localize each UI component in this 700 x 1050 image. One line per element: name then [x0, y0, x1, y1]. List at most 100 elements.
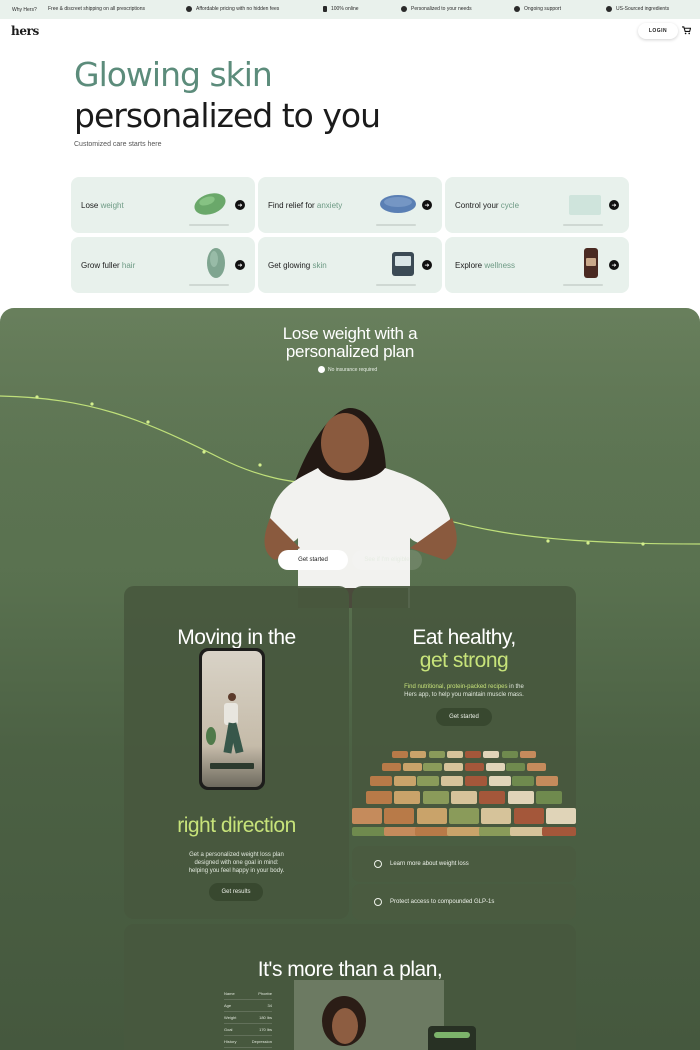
- learn-more-link[interactable]: Learn more about weight loss: [352, 846, 576, 882]
- recipe-tile: [392, 751, 408, 758]
- pack-icon: [569, 195, 601, 215]
- card-shadow: [189, 284, 229, 286]
- jar-icon: [392, 252, 414, 276]
- category-label: Explore wellness: [455, 261, 516, 270]
- plan-title: It's more than a plan,: [257, 958, 443, 981]
- profile-stats: Name Phoebe Age 34 Weight 180 lbs Goal 170 l…: [224, 988, 272, 1048]
- recipe-tile: [428, 751, 445, 758]
- arrow-right-icon[interactable]: ➜: [609, 200, 619, 210]
- weight-title-line2: personalized plan: [285, 342, 415, 361]
- get-results-button[interactable]: Get results: [209, 883, 263, 901]
- recipe-tile: [536, 776, 558, 786]
- recipe-tile: [483, 751, 500, 758]
- strip-item-shipping: Free & discreet shipping on all prescrip…: [48, 6, 145, 12]
- category-card-weight[interactable]: Lose weight ➜: [71, 177, 255, 233]
- recipe-tile: [512, 776, 535, 786]
- arrow-right-icon[interactable]: ➜: [609, 260, 619, 270]
- recipe-tile: [464, 776, 487, 786]
- moving-panel: Moving in the right direction Get a pers…: [124, 586, 349, 919]
- category-card-wellness[interactable]: Explore wellness ➜: [445, 237, 629, 293]
- hero-title-accent: Glowing skin: [74, 55, 273, 94]
- recipe-tile: [447, 827, 481, 836]
- phone-icon: [323, 6, 327, 12]
- recipe-tile: [536, 791, 562, 804]
- plan-panel: It's more than a plan,: [124, 924, 576, 1050]
- recipe-tile: [513, 808, 544, 824]
- category-card-hair[interactable]: Grow fuller hair ➜: [71, 237, 255, 293]
- recipe-tile: [501, 751, 518, 758]
- recipe-tile: [465, 751, 482, 758]
- recipe-tile: [394, 791, 421, 804]
- check-circle-icon: [318, 366, 325, 373]
- arrow-right-icon[interactable]: ➜: [422, 260, 432, 270]
- moving-title: Moving in the: [177, 626, 296, 649]
- eat-get-started-button[interactable]: Get started: [436, 708, 492, 726]
- recipe-tile: [410, 751, 427, 758]
- arrow-right-icon[interactable]: ➜: [235, 200, 245, 210]
- category-label: Lose weight: [81, 201, 124, 210]
- recipe-tile: [370, 776, 392, 786]
- recipe-tile: [416, 808, 447, 824]
- eat-title: Eat healthy,: [412, 626, 516, 649]
- stat-row: Name Phoebe: [224, 988, 272, 1000]
- recipe-tile: [506, 763, 526, 771]
- stat-row: History Depression: [224, 1036, 272, 1048]
- plan-photo: [294, 980, 444, 1050]
- recipe-tile: [417, 776, 440, 786]
- stat-row: Goal 170 lbs: [224, 1024, 272, 1036]
- moving-desc-2: designed with one goal in mind:: [194, 860, 279, 866]
- recipe-tile: [478, 827, 513, 836]
- recipe-tile: [422, 791, 449, 804]
- cart-icon[interactable]: [682, 26, 691, 35]
- weight-title-line1: Lose weight with a: [282, 324, 418, 343]
- arrow-right-icon[interactable]: ➜: [235, 260, 245, 270]
- sparkle-icon: [401, 6, 407, 12]
- recipe-tile: [446, 751, 463, 758]
- info-icon: [374, 860, 382, 868]
- arrow-right-icon[interactable]: ➜: [422, 200, 432, 210]
- recipe-tile: [366, 791, 392, 804]
- recipe-tile: [451, 791, 477, 804]
- stat-row: Age 34: [224, 1000, 272, 1012]
- recipe-tile: [383, 827, 418, 836]
- why-hers-link[interactable]: Why Hers?: [12, 7, 37, 13]
- eat-desc-1: Find nutritional, protein-packed recipes…: [404, 684, 524, 690]
- category-card-cycle[interactable]: Control your cycle ➜: [445, 177, 629, 233]
- recipe-tile: [441, 776, 464, 786]
- recipe-tile: [402, 763, 422, 771]
- recipe-tile: [527, 763, 546, 771]
- recipe-tile: [352, 827, 386, 836]
- phone-mockup: [199, 648, 265, 790]
- tag-icon: [186, 6, 192, 12]
- category-label: Find relief for anxiety: [268, 201, 343, 210]
- hers-logo[interactable]: hers: [11, 24, 39, 38]
- recipe-tile: [507, 791, 534, 804]
- pill-icon: [194, 193, 226, 215]
- card-shadow: [189, 224, 229, 226]
- protect-access-link[interactable]: Protect access to compounded GLP-1s: [352, 884, 576, 920]
- eat-panel: Eat healthy, get strong Find nutritional…: [352, 586, 576, 836]
- recipe-tile: [449, 808, 479, 824]
- bottle-icon: [584, 248, 598, 278]
- card-shadow: [563, 284, 603, 286]
- category-label: Control your cycle: [455, 201, 520, 210]
- category-card-skin[interactable]: Get glowing skin ➜: [258, 237, 442, 293]
- strip-item-personalized: Personalized to your needs: [401, 6, 472, 12]
- tablet-icon: [380, 195, 416, 213]
- hero-subtitle: Customized care starts here: [74, 141, 162, 148]
- recipe-tile: [393, 776, 416, 786]
- recipe-tile: [384, 808, 415, 824]
- weight-loss-section: Lose weight with a personalized plan Mov…: [0, 308, 700, 1050]
- leaf-pill-icon: [207, 248, 225, 278]
- get-started-button[interactable]: Get started: [278, 550, 348, 570]
- eat-desc-2: Hers app, to help you maintain muscle ma…: [404, 692, 524, 698]
- benefits-strip: Why Hers? Free & discreet shipping on al…: [0, 0, 700, 19]
- recipe-tile: [479, 791, 506, 804]
- recipe-tile: [510, 827, 545, 836]
- eligibility-button[interactable]: See if I'm eligible: [352, 550, 422, 570]
- moving-desc-1: Get a personalized weight loss plan: [189, 852, 284, 858]
- card-shadow: [376, 284, 416, 286]
- strip-item-support: Ongoing support: [514, 6, 561, 12]
- category-card-anxiety[interactable]: Find relief for anxiety ➜: [258, 177, 442, 233]
- login-button[interactable]: LOGIN: [638, 23, 678, 39]
